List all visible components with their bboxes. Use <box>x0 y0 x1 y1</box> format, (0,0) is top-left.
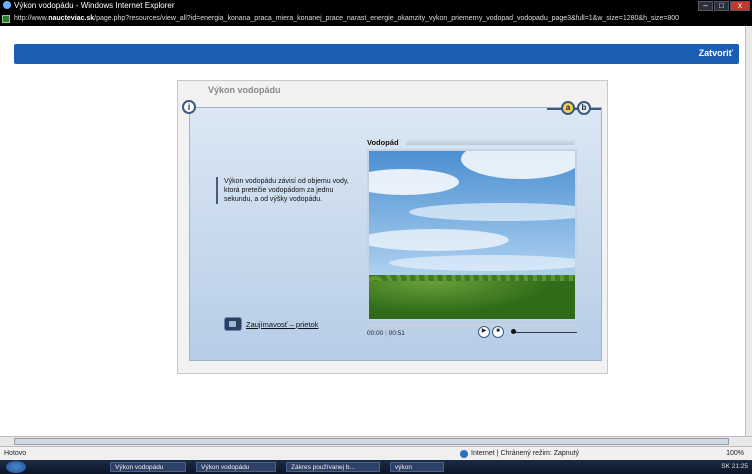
vertical-scrollbar[interactable] <box>745 26 752 436</box>
zoom-level[interactable]: 100% <box>726 447 744 460</box>
url-host: naucteviac.sk <box>48 15 95 22</box>
cloud <box>369 229 509 251</box>
video-label: Vodopád <box>367 138 399 147</box>
url-prefix: http://www. <box>14 15 49 22</box>
aside-link[interactable]: Zaujímavosť – prietok <box>224 317 318 331</box>
taskbar: Výkon vodopádu Výkon vodopádu Zákres pou… <box>0 460 752 474</box>
play-icon[interactable]: ▶ <box>478 326 490 338</box>
system-tray[interactable]: SK 21:25 <box>721 460 748 474</box>
ie-icon <box>3 1 11 9</box>
current-time: 00:00 <box>367 330 384 337</box>
volume-slider[interactable] <box>512 332 577 333</box>
zone-label: Internet | Chránený režim: Zapnutý <box>471 450 580 457</box>
volume-knob[interactable] <box>511 329 516 334</box>
stop-icon[interactable]: ■ <box>492 326 504 338</box>
url-rest: /page.php?resources/view_all?id=energia_… <box>94 15 680 22</box>
taskbar-item[interactable]: výkon <box>390 462 444 472</box>
cloud <box>369 169 459 195</box>
taskbar-item[interactable]: Výkon vodopádu <box>196 462 276 472</box>
globe-icon <box>460 449 468 458</box>
horizontal-scrollbar[interactable] <box>0 436 752 446</box>
video-progress[interactable] <box>367 324 577 327</box>
waterfall-video[interactable] <box>367 149 577 321</box>
page-icon <box>2 15 10 23</box>
maximize-button[interactable]: □ <box>714 1 729 11</box>
address-bar[interactable]: http://www.naucteviac.sk/page.php?resour… <box>0 12 752 26</box>
taskbar-item[interactable]: Zákres používanej b... <box>286 462 380 472</box>
cloud <box>409 203 575 221</box>
aside-link-label[interactable]: Zaujímavosť – prietok <box>246 320 318 329</box>
status-bar: Hotovo Internet | Chránený režim: Zapnut… <box>0 446 752 460</box>
video-label-bar <box>406 140 574 145</box>
option-a-button[interactable]: a <box>561 101 575 115</box>
header-bar: Zatvoriť <box>14 44 739 64</box>
horizontal-scroll-thumb[interactable] <box>14 438 729 445</box>
status-text: Hotovo <box>4 450 27 457</box>
cloud <box>389 255 575 271</box>
panel-title: Výkon vodopádu <box>208 85 281 95</box>
window-titlebar: Výkon vodopádu - Windows Internet Explor… <box>0 0 752 12</box>
video-camera-icon <box>224 317 242 331</box>
window-controls: – □ x <box>698 1 750 11</box>
security-zone[interactable]: Internet | Chránený režim: Zapnutý <box>460 447 579 460</box>
cloud <box>461 151 575 179</box>
content-panel: Výkon vodopádu i a b Výkon vodopádu závi… <box>177 80 608 374</box>
video-controls: ▶ ■ <box>478 326 504 338</box>
duration: 00:51 <box>388 330 405 337</box>
video-time: 00:00 | 00:51 <box>367 330 405 337</box>
option-b-button[interactable]: b <box>577 101 591 115</box>
time-separator: | <box>385 330 387 337</box>
start-button[interactable] <box>6 461 26 473</box>
close-link[interactable]: Zatvoriť <box>699 48 733 58</box>
minimize-button[interactable]: – <box>698 1 713 11</box>
taskbar-item[interactable]: Výkon vodopádu <box>110 462 186 472</box>
option-switch: a b <box>547 101 601 115</box>
close-window-button[interactable]: x <box>730 1 750 11</box>
animation-stage: i a b Výkon vodopádu závisí od objemu vo… <box>182 100 602 361</box>
description-text: Výkon vodopádu závisí od objemu vody, kt… <box>216 177 358 204</box>
info-button[interactable]: i <box>182 100 196 114</box>
ground <box>369 281 575 319</box>
window-title: Výkon vodopádu - Windows Internet Explor… <box>14 1 175 10</box>
